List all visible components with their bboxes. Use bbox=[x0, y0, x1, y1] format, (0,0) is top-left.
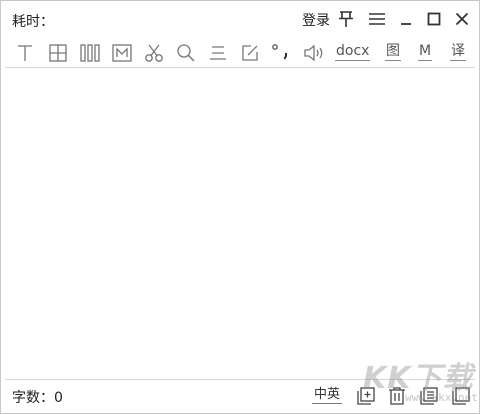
toolbar: docx 图 M 译 bbox=[1, 39, 479, 67]
add-copy-icon bbox=[357, 387, 375, 405]
markdown-button[interactable] bbox=[110, 41, 134, 65]
columns-icon bbox=[80, 44, 100, 62]
edit-box-icon bbox=[242, 45, 258, 61]
maximize-icon bbox=[427, 12, 441, 26]
language-toggle[interactable]: 中英 bbox=[312, 386, 343, 404]
punctuation-button[interactable] bbox=[269, 41, 293, 65]
minimize-button[interactable] bbox=[396, 9, 416, 29]
copy-text-button[interactable] bbox=[419, 386, 439, 406]
pin-button[interactable] bbox=[336, 9, 356, 29]
elapsed-time-label: 耗时： bbox=[12, 14, 54, 30]
maximize-button[interactable] bbox=[424, 9, 444, 29]
text-cursor-icon bbox=[18, 45, 32, 61]
title-bar: 耗时： 登录 bbox=[1, 1, 479, 37]
cut-button[interactable] bbox=[142, 41, 166, 65]
search-icon bbox=[177, 44, 195, 62]
speak-button[interactable] bbox=[302, 41, 326, 65]
word-count: 字数：0 bbox=[12, 390, 63, 406]
copy-button[interactable] bbox=[451, 386, 471, 406]
trash-icon bbox=[389, 387, 405, 405]
copy-lines-icon bbox=[420, 387, 438, 405]
m-button[interactable]: M bbox=[418, 43, 433, 61]
speaker-icon bbox=[304, 44, 323, 62]
degree-comma-icon bbox=[272, 44, 287, 60]
markdown-box-icon bbox=[112, 44, 132, 62]
status-bar: 字数：0 中英 bbox=[1, 380, 479, 413]
new-window-button[interactable] bbox=[356, 386, 376, 406]
close-button[interactable] bbox=[452, 9, 472, 29]
pin-icon bbox=[339, 11, 353, 27]
minimize-icon bbox=[401, 23, 411, 25]
text-tool-button[interactable] bbox=[13, 41, 37, 65]
lines-icon bbox=[210, 46, 226, 60]
image-button[interactable]: 图 bbox=[385, 43, 401, 61]
columns-button[interactable] bbox=[78, 41, 102, 65]
search-button[interactable] bbox=[174, 41, 198, 65]
scissors-icon bbox=[145, 44, 163, 62]
text-editor-area[interactable] bbox=[1, 68, 479, 379]
delete-button[interactable] bbox=[387, 386, 407, 406]
translate-button[interactable]: 译 bbox=[450, 43, 466, 61]
copy-icon bbox=[452, 387, 470, 405]
table-grid-icon bbox=[49, 44, 67, 62]
login-button[interactable]: 登录 bbox=[302, 10, 330, 30]
close-icon bbox=[455, 12, 469, 26]
table-button[interactable] bbox=[46, 41, 70, 65]
menu-button[interactable] bbox=[367, 9, 387, 29]
menu-icon bbox=[369, 13, 385, 25]
export-docx-button[interactable]: docx bbox=[335, 43, 371, 61]
app-window: 耗时： 登录 docx 图 M 译 字数：0 中英 KK下载 www.kkx.n… bbox=[0, 0, 480, 414]
edit-button[interactable] bbox=[238, 41, 262, 65]
align-button[interactable] bbox=[206, 41, 230, 65]
